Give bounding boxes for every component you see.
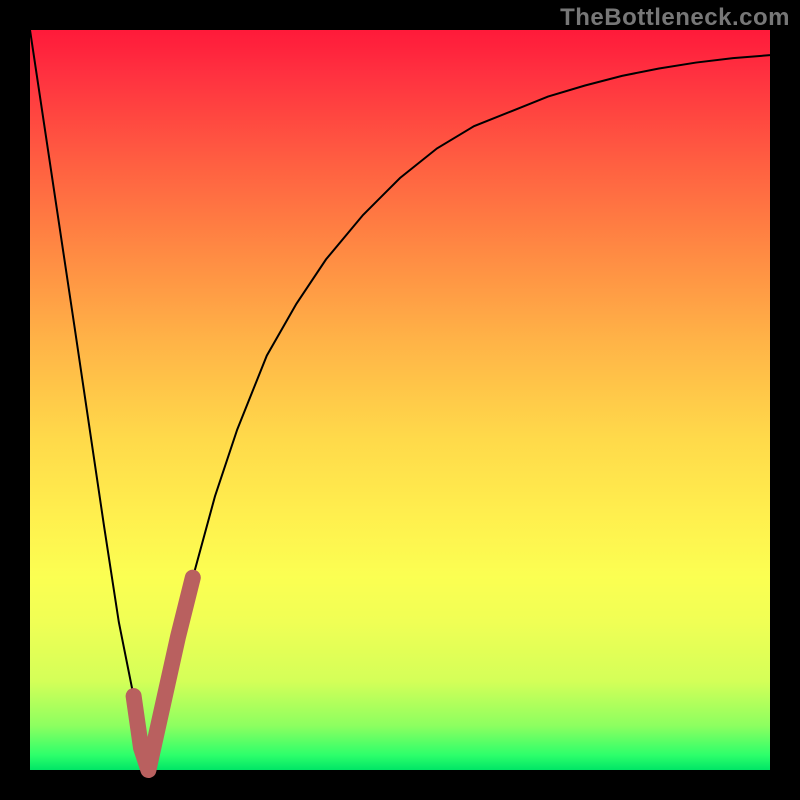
main-curve-path [30,30,770,770]
highlight-segment-path [134,578,193,770]
chart-frame: TheBottleneck.com [0,0,800,800]
watermark-text: TheBottleneck.com [560,4,790,32]
chart-svg [30,30,770,770]
plot-area [30,30,770,770]
